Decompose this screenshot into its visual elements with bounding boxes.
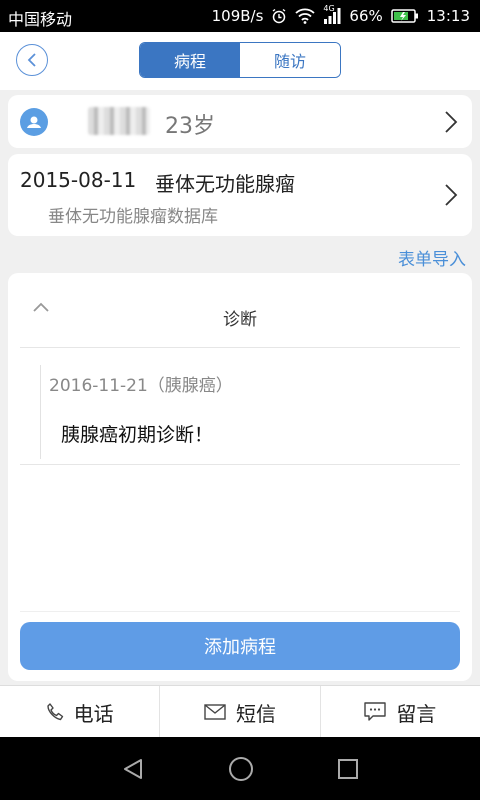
patient-age: 23岁 — [165, 114, 215, 139]
signal-icon: 4G — [323, 4, 341, 24]
diagnosis-entry[interactable]: 2016-11-21（胰腺癌） 胰腺癌初期诊断！ — [40, 365, 461, 459]
phone-button[interactable]: 电话 — [0, 686, 159, 738]
phone-label: 电话 — [73, 701, 114, 726]
record-title: 垂体无功能腺瘤 — [155, 172, 295, 196]
battery-icon — [391, 8, 419, 24]
back-nav-icon[interactable] — [121, 757, 145, 781]
record-date: 2015-08-11 — [20, 168, 137, 192]
chevron-right-icon — [445, 184, 458, 206]
tab-switcher: 病程 随访 — [139, 42, 341, 78]
divider — [20, 347, 460, 348]
diagnosis-header[interactable]: 诊断 — [8, 273, 472, 347]
alarm-icon — [271, 8, 287, 24]
network-type: 4G — [323, 4, 335, 13]
record-card[interactable]: 2015-08-11 垂体无功能腺瘤 垂体无功能腺瘤数据库 — [8, 154, 472, 236]
message-button[interactable]: 留言 — [319, 686, 480, 738]
diagnosis-card: 诊断 2016-11-21（胰腺癌） 胰腺癌初期诊断！ 添加病程 — [8, 273, 472, 681]
entry-meta: 2016-11-21（胰腺癌） — [49, 371, 233, 396]
entry-tag: （胰腺癌） — [147, 376, 233, 396]
entry-date: 2016-11-21 — [49, 376, 148, 396]
tab-course[interactable]: 病程 — [140, 43, 240, 77]
diagnosis-title: 诊断 — [223, 310, 257, 330]
divider — [20, 611, 460, 612]
sms-label: 短信 — [235, 701, 276, 726]
message-icon — [364, 702, 387, 721]
sms-button[interactable]: 短信 — [159, 686, 319, 738]
status-indicators: 109B/s 4G 66% 13:13 — [212, 0, 470, 32]
entry-text: 胰腺癌初期诊断！ — [61, 424, 214, 446]
patient-name-blurred — [88, 107, 150, 135]
avatar — [20, 108, 48, 136]
divider — [20, 464, 460, 465]
tab-followup[interactable]: 随访 — [240, 43, 340, 77]
patient-card[interactable]: 23岁 — [8, 95, 472, 148]
chevron-left-icon — [27, 53, 36, 67]
chevron-right-icon — [445, 111, 458, 133]
wifi-icon — [295, 8, 316, 24]
person-icon — [27, 116, 41, 128]
record-database: 垂体无功能腺瘤数据库 — [48, 207, 218, 227]
battery-percent: 66% — [349, 7, 383, 25]
home-nav-icon[interactable] — [228, 756, 254, 782]
mail-icon — [204, 704, 226, 720]
clock: 13:13 — [426, 7, 470, 25]
contact-actions: 电话 短信 留言 — [0, 685, 480, 738]
recents-nav-icon[interactable] — [337, 758, 359, 780]
back-button[interactable] — [16, 44, 48, 76]
status-bar: 中国移动 109B/s 4G 66% 13:13 — [0, 0, 480, 32]
add-course-button[interactable]: 添加病程 — [20, 622, 460, 670]
form-import-link[interactable]: 表单导入 — [398, 245, 466, 270]
message-label: 留言 — [396, 701, 437, 726]
phone-icon — [46, 703, 63, 721]
app-header: 病程 随访 — [0, 32, 480, 90]
system-nav-bar — [0, 737, 480, 800]
network-speed: 109B/s — [211, 7, 264, 25]
carrier-name: 中国移动 — [8, 10, 73, 29]
